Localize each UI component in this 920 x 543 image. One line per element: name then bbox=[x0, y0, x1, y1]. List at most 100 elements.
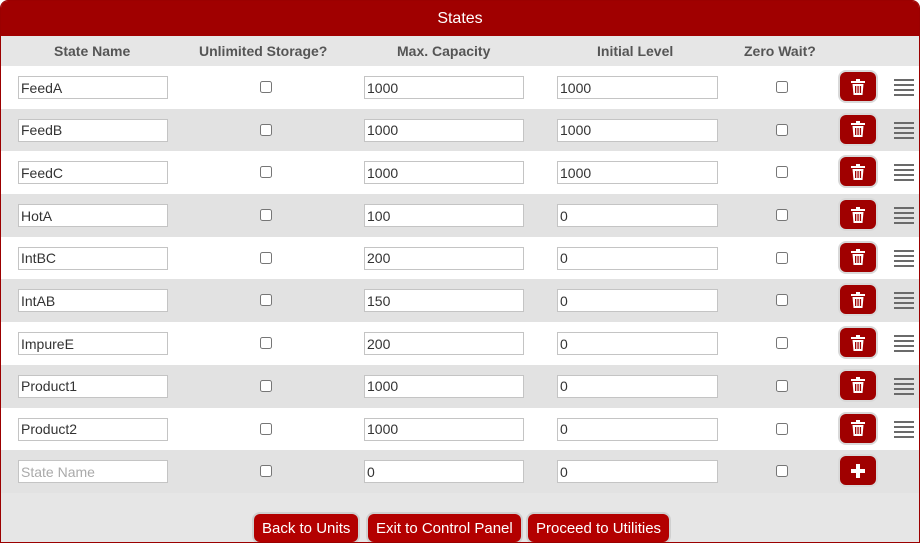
trash-icon bbox=[851, 420, 865, 436]
initial-level-input[interactable] bbox=[557, 374, 718, 398]
delete-state-button[interactable] bbox=[840, 157, 876, 187]
state-name-input[interactable] bbox=[18, 332, 168, 356]
state-name-input[interactable] bbox=[18, 374, 168, 398]
header-zero-wait: Zero Wait? bbox=[744, 43, 816, 59]
header-state-name: State Name bbox=[54, 43, 131, 59]
exit-to-control-panel-button[interactable]: Exit to Control Panel bbox=[368, 514, 521, 542]
column-header-row: State Name Unlimited Storage? Max. Capac… bbox=[1, 36, 919, 66]
unlimited-storage-checkbox[interactable] bbox=[260, 123, 272, 136]
state-name-input[interactable] bbox=[18, 76, 168, 99]
initial-level-input[interactable] bbox=[557, 332, 718, 356]
unlimited-storage-checkbox[interactable] bbox=[260, 337, 272, 350]
state-name-input[interactable] bbox=[18, 289, 168, 313]
zero-wait-checkbox[interactable] bbox=[776, 251, 788, 264]
table-row bbox=[1, 279, 919, 323]
drag-handle-icon[interactable] bbox=[894, 121, 914, 139]
drag-handle-icon[interactable] bbox=[894, 377, 914, 395]
max-capacity-input[interactable] bbox=[364, 374, 524, 398]
state-name-input[interactable] bbox=[18, 118, 168, 142]
state-name-input[interactable] bbox=[18, 161, 168, 185]
table-row bbox=[1, 108, 919, 152]
proceed-to-utilities-button[interactable]: Proceed to Utilities bbox=[528, 514, 670, 542]
max-capacity-input[interactable] bbox=[364, 332, 524, 356]
delete-state-button[interactable] bbox=[840, 114, 876, 144]
unlimited-storage-checkbox[interactable] bbox=[260, 422, 272, 435]
zero-wait-checkbox[interactable] bbox=[776, 166, 788, 179]
trash-icon bbox=[851, 377, 865, 394]
delete-state-button[interactable] bbox=[840, 413, 876, 443]
delete-state-button[interactable] bbox=[840, 328, 876, 358]
initial-level-input[interactable] bbox=[557, 118, 718, 142]
add-state-button[interactable] bbox=[840, 456, 876, 486]
initial-level-input[interactable] bbox=[557, 417, 718, 441]
max-capacity-input[interactable] bbox=[364, 161, 524, 185]
max-capacity-input[interactable] bbox=[364, 289, 524, 313]
drag-handle-icon[interactable] bbox=[894, 335, 914, 353]
unlimited-storage-checkbox[interactable] bbox=[260, 465, 272, 478]
table-row bbox=[1, 407, 919, 451]
unlimited-storage-checkbox[interactable] bbox=[260, 379, 272, 392]
zero-wait-checkbox[interactable] bbox=[776, 337, 788, 350]
zero-wait-checkbox[interactable] bbox=[776, 294, 788, 307]
table-row bbox=[1, 364, 919, 408]
zero-wait-checkbox[interactable] bbox=[776, 81, 788, 93]
state-name-input[interactable] bbox=[18, 204, 168, 228]
footer-actions: Back to Units Exit to Control Panel Proc… bbox=[1, 506, 919, 542]
unlimited-storage-checkbox[interactable] bbox=[260, 294, 272, 307]
table-row bbox=[1, 236, 919, 280]
new-initial-level-input[interactable] bbox=[557, 460, 718, 484]
zero-wait-checkbox[interactable] bbox=[776, 465, 788, 478]
max-capacity-input[interactable] bbox=[364, 118, 524, 142]
new-state-row bbox=[1, 450, 919, 493]
max-capacity-input[interactable] bbox=[364, 204, 524, 228]
trash-icon bbox=[851, 206, 865, 223]
states-panel: States State Name Unlimited Storage? Max… bbox=[0, 0, 920, 543]
trash-icon bbox=[851, 249, 865, 266]
max-capacity-input[interactable] bbox=[364, 76, 524, 99]
zero-wait-checkbox[interactable] bbox=[776, 422, 788, 435]
table-row bbox=[1, 66, 919, 109]
header-max-capacity: Max. Capacity bbox=[397, 43, 491, 59]
initial-level-input[interactable] bbox=[557, 76, 718, 99]
header-initial-level: Initial Level bbox=[597, 43, 674, 59]
max-capacity-input[interactable] bbox=[364, 417, 524, 441]
trash-icon bbox=[851, 163, 865, 180]
unlimited-storage-checkbox[interactable] bbox=[260, 166, 272, 179]
drag-handle-icon[interactable] bbox=[894, 420, 914, 438]
zero-wait-checkbox[interactable] bbox=[776, 123, 788, 136]
initial-level-input[interactable] bbox=[557, 246, 718, 270]
initial-level-input[interactable] bbox=[557, 289, 718, 313]
delete-state-button[interactable] bbox=[840, 285, 876, 315]
drag-handle-icon[interactable] bbox=[894, 164, 914, 182]
trash-icon bbox=[851, 121, 865, 138]
table-row bbox=[1, 151, 919, 195]
initial-level-input[interactable] bbox=[557, 204, 718, 228]
drag-handle-icon[interactable] bbox=[894, 79, 914, 96]
delete-state-button[interactable] bbox=[840, 200, 876, 230]
trash-icon bbox=[851, 78, 865, 95]
zero-wait-checkbox[interactable] bbox=[776, 209, 788, 222]
drag-handle-icon[interactable] bbox=[894, 207, 914, 225]
delete-state-button[interactable] bbox=[840, 72, 876, 101]
panel-title: States bbox=[1, 1, 919, 36]
unlimited-storage-checkbox[interactable] bbox=[260, 81, 272, 93]
unlimited-storage-checkbox[interactable] bbox=[260, 209, 272, 222]
delete-state-button[interactable] bbox=[840, 370, 876, 400]
table-row bbox=[1, 194, 919, 237]
drag-handle-icon[interactable] bbox=[894, 292, 914, 310]
new-max-capacity-input[interactable] bbox=[364, 460, 524, 484]
states-table-body bbox=[1, 66, 919, 493]
new-state-name-input[interactable] bbox=[18, 460, 168, 484]
back-to-units-button[interactable]: Back to Units bbox=[254, 514, 359, 542]
initial-level-input[interactable] bbox=[557, 161, 718, 185]
header-unlimited-storage: Unlimited Storage? bbox=[199, 43, 328, 59]
trash-icon bbox=[851, 291, 865, 308]
max-capacity-input[interactable] bbox=[364, 246, 524, 270]
drag-handle-icon[interactable] bbox=[894, 249, 914, 267]
state-name-input[interactable] bbox=[18, 246, 168, 270]
zero-wait-checkbox[interactable] bbox=[776, 379, 788, 392]
unlimited-storage-checkbox[interactable] bbox=[260, 251, 272, 264]
state-name-input[interactable] bbox=[18, 417, 168, 441]
table-row bbox=[1, 322, 919, 365]
delete-state-button[interactable] bbox=[840, 242, 876, 272]
